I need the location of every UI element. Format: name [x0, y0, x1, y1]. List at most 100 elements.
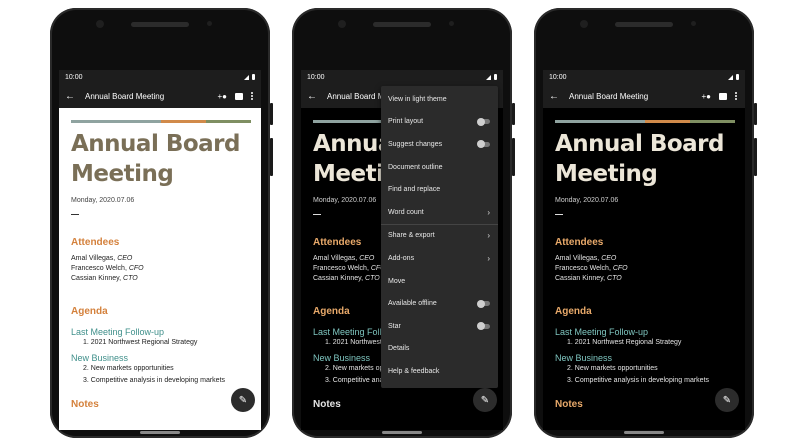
- notes-heading: Notes: [313, 399, 341, 410]
- attendees-heading: Attendees: [555, 237, 604, 248]
- color-bar: [161, 120, 206, 123]
- add-person-icon[interactable]: +●: [217, 92, 227, 101]
- power-button: [754, 103, 757, 125]
- edit-pencil-icon[interactable]: ✎: [715, 388, 739, 412]
- app-bar: ← Annual Board Meeting +●: [543, 84, 745, 108]
- phone-camera: [96, 20, 104, 28]
- doc-heading: Annual BoardMeeting: [555, 131, 725, 187]
- battery-icon: [252, 74, 255, 80]
- volume-button: [512, 138, 515, 176]
- doc-heading: Annual BoardMeeting: [71, 131, 241, 187]
- power-button: [512, 103, 515, 125]
- followup-heading: Last Meeting Follow-up: [555, 327, 649, 337]
- attendees-heading: Attendees: [71, 237, 120, 248]
- notes-heading: Notes: [71, 399, 99, 410]
- overflow-menu: View in light theme Print layout Suggest…: [381, 86, 498, 388]
- toggle-switch[interactable]: [477, 140, 490, 149]
- edit-pencil-icon[interactable]: ✎: [473, 388, 497, 412]
- newbiz-heading: New Business: [71, 353, 129, 363]
- attendee-list: Amal Villegas, CEO Francesco Welch, CFO …: [555, 254, 735, 284]
- menu-item-suggest-changes[interactable]: Suggest changes: [381, 133, 498, 156]
- home-indicator: [382, 431, 422, 434]
- status-time: 10:00: [307, 73, 325, 81]
- status-bar: 10:00: [59, 70, 261, 84]
- chevron-right-icon: ›: [487, 231, 490, 241]
- back-arrow-icon[interactable]: ←: [547, 91, 561, 102]
- menu-item-find-replace[interactable]: Find and replace: [381, 178, 498, 201]
- notes-heading: Notes: [555, 399, 583, 410]
- attendee: Cassian Kinney, CTO: [71, 275, 138, 282]
- phone-camera: [580, 20, 588, 28]
- color-bar: [690, 120, 735, 123]
- add-person-icon[interactable]: +●: [701, 92, 711, 101]
- phone-speaker: [615, 22, 673, 27]
- attendee: Amal Villegas, CEO: [71, 255, 133, 262]
- menu-item-star[interactable]: Star: [381, 315, 498, 338]
- menu-item-available-offline[interactable]: Available offline: [381, 292, 498, 315]
- screen-light: 10:00 ← Annual Board Meeting +● Annual B…: [59, 70, 261, 430]
- menu-item-document-outline[interactable]: Document outline: [381, 156, 498, 179]
- agenda-heading: Agenda: [71, 306, 108, 317]
- status-bar: 10:00: [301, 70, 503, 84]
- status-bar: 10:00: [543, 70, 745, 84]
- list-item: 1. 2021 Northwest Regional Strategy: [567, 339, 682, 346]
- doc-title-bar: Annual Board Meeting: [569, 91, 649, 101]
- doc-title-bar: Annual Board Meeting: [85, 91, 165, 101]
- phone-sensor: [207, 21, 212, 26]
- app-bar: ← Annual Board Meeting +●: [59, 84, 261, 108]
- divider: [71, 214, 79, 215]
- back-arrow-icon[interactable]: ←: [63, 91, 77, 102]
- more-vert-icon[interactable]: [251, 92, 253, 100]
- divider: [313, 214, 321, 215]
- battery-icon: [736, 74, 739, 80]
- color-bar: [645, 120, 690, 123]
- document-body[interactable]: Annual BoardMeeting Monday, 2020.07.06 A…: [543, 108, 745, 410]
- toggle-switch[interactable]: [477, 299, 490, 308]
- phone-camera: [338, 20, 346, 28]
- phone-dark: 10:00 ← Annual Board Meeting +● Annual B…: [534, 8, 757, 438]
- agenda-heading: Agenda: [555, 306, 592, 317]
- color-bar: [116, 120, 161, 123]
- phone-light: 10:00 ← Annual Board Meeting +● Annual B…: [50, 8, 273, 438]
- battery-icon: [494, 74, 497, 80]
- phone-speaker: [373, 22, 431, 27]
- menu-item-help-feedback[interactable]: Help & feedback: [381, 360, 498, 383]
- power-button: [270, 103, 273, 125]
- home-indicator: [140, 431, 180, 434]
- menu-item-word-count[interactable]: Word count ›: [381, 201, 498, 225]
- screen-menu: 10:00 ← Annual Board Meeting Annual Boar…: [301, 70, 503, 430]
- signal-icon: [244, 74, 249, 80]
- back-arrow-icon[interactable]: ←: [305, 91, 319, 102]
- toggle-switch[interactable]: [477, 322, 490, 331]
- status-time: 10:00: [65, 73, 83, 81]
- status-time: 10:00: [549, 73, 567, 81]
- color-bars: [555, 120, 735, 123]
- menu-item-details[interactable]: Details: [381, 338, 498, 361]
- document-body[interactable]: Annual BoardMeeting Monday, 2020.07.06 A…: [59, 108, 261, 410]
- chevron-right-icon: ›: [487, 207, 490, 217]
- edit-pencil-icon[interactable]: ✎: [231, 388, 255, 412]
- menu-item-light-theme[interactable]: View in light theme: [381, 88, 498, 111]
- phone-menu: 10:00 ← Annual Board Meeting Annual Boar…: [292, 8, 515, 438]
- color-bars: [71, 120, 251, 123]
- toggle-switch[interactable]: [477, 117, 490, 126]
- comment-icon[interactable]: [235, 92, 243, 100]
- color-bar: [206, 120, 251, 123]
- newbiz-heading: New Business: [555, 353, 613, 363]
- more-vert-icon[interactable]: [735, 92, 737, 100]
- comment-icon[interactable]: [719, 92, 727, 100]
- signal-icon: [486, 74, 491, 80]
- volume-button: [270, 138, 273, 176]
- menu-item-add-ons[interactable]: Add-ons ›: [381, 247, 498, 270]
- signal-icon: [728, 74, 733, 80]
- chevron-right-icon: ›: [487, 253, 490, 263]
- menu-item-share-export[interactable]: Share & export ›: [381, 225, 498, 248]
- attendee: Francesco Welch, CFO: [71, 265, 144, 272]
- phone-speaker: [131, 22, 189, 27]
- menu-item-move[interactable]: Move: [381, 270, 498, 293]
- screen-dark: 10:00 ← Annual Board Meeting +● Annual B…: [543, 70, 745, 430]
- menu-item-print-layout[interactable]: Print layout: [381, 111, 498, 134]
- list-item: 3. Competitive analysis in developing ma…: [83, 377, 226, 384]
- phone-sensor: [449, 21, 454, 26]
- list-item: 3. Competitive analysis in developing ma…: [567, 377, 710, 384]
